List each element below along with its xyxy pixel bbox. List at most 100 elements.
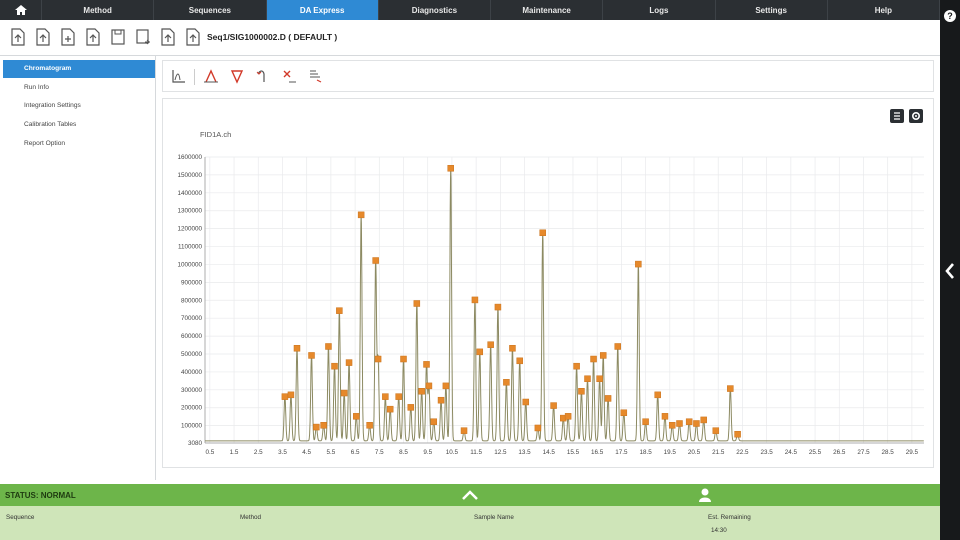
peak-marker xyxy=(534,424,542,432)
status-info-panel: Sequence Method Sample Name Est. Remaini… xyxy=(0,506,940,540)
peak-marker xyxy=(418,388,425,395)
peak-marker xyxy=(395,393,402,400)
sample-name-column-label: Sample Name xyxy=(474,514,514,521)
x-tick-label: 16.5 xyxy=(591,449,604,456)
peak-marker xyxy=(539,229,546,237)
peak-marker xyxy=(661,413,669,420)
new-file-icon[interactable] xyxy=(60,28,76,46)
baseline-icon[interactable] xyxy=(307,68,323,84)
save-as-icon[interactable] xyxy=(135,28,151,46)
x-tick-label: 4.5 xyxy=(302,449,311,456)
top-navigation: Method Sequences DA Express Diagnostics … xyxy=(0,0,940,20)
sidebar-item-chromatogram[interactable]: Chromatogram xyxy=(3,60,155,78)
remove-peak-icon[interactable] xyxy=(229,68,245,84)
auto-integrate-icon[interactable] xyxy=(171,68,187,84)
x-tick-label: 27.5 xyxy=(857,449,870,456)
help-icon[interactable]: ? xyxy=(944,10,956,22)
x-tick-label: 13.5 xyxy=(518,449,531,456)
y-tick-label: 800000 xyxy=(181,297,203,304)
y-tick-label: 1200000 xyxy=(177,226,202,233)
peak-marker xyxy=(635,260,642,268)
chart-toolbar xyxy=(162,60,934,92)
home-button[interactable] xyxy=(0,0,42,20)
x-tick-label: 0.5 xyxy=(205,449,214,456)
upload-file-icon[interactable] xyxy=(35,28,51,46)
save-icon[interactable] xyxy=(110,28,126,46)
peak-marker xyxy=(366,422,373,429)
x-tick-label: 1.5 xyxy=(230,449,239,456)
sidebar-item-integration-settings[interactable]: Integration Settings xyxy=(3,97,155,115)
x-tick-label: 5.5 xyxy=(327,449,336,456)
y-tick-label: 100000 xyxy=(181,423,203,430)
collapse-panel-chevron-icon[interactable] xyxy=(943,262,957,280)
delete-peak-icon[interactable] xyxy=(281,68,297,84)
peak-marker xyxy=(407,404,415,411)
sequence-column-label: Sequence xyxy=(6,514,35,521)
x-tick-label: 11.5 xyxy=(470,449,482,456)
peak-marker xyxy=(287,391,295,399)
peak-marker xyxy=(599,352,607,359)
open-file-icon[interactable] xyxy=(10,28,26,46)
tab-settings[interactable]: Settings xyxy=(716,0,828,20)
tab-logs[interactable]: Logs xyxy=(603,0,716,20)
peak-marker xyxy=(494,303,502,311)
import-file-icon[interactable] xyxy=(85,28,101,46)
x-tick-label: 20.5 xyxy=(688,449,701,456)
upload-data-icon[interactable] xyxy=(185,28,201,46)
export-file-icon[interactable] xyxy=(160,28,176,46)
user-icon[interactable] xyxy=(698,487,712,503)
x-tick-label: 19.5 xyxy=(664,449,677,456)
sidebar-item-calibration-tables[interactable]: Calibration Tables xyxy=(3,116,155,134)
sequence-title: Seq1/SIG1000002.D ( DEFAULT ) xyxy=(207,32,338,42)
peak-marker xyxy=(685,418,693,425)
peak-marker xyxy=(357,211,365,219)
x-tick-label: 8.5 xyxy=(399,449,408,456)
peak-marker xyxy=(382,393,389,400)
toolbar-divider xyxy=(194,69,195,85)
x-tick-label: 10.5 xyxy=(446,449,459,456)
peak-marker xyxy=(676,420,683,427)
peak-marker xyxy=(442,382,450,390)
peak-marker xyxy=(642,418,649,425)
x-tick-label: 24.5 xyxy=(785,449,798,456)
y-tick-label: 1000000 xyxy=(177,261,202,268)
x-tick-label: 7.5 xyxy=(375,449,384,456)
sidebar-item-report-option[interactable]: Report Option xyxy=(3,135,155,153)
peak-marker xyxy=(400,355,407,363)
x-tick-label: 6.5 xyxy=(351,449,360,456)
chromatogram-trace xyxy=(205,167,924,442)
peak-marker xyxy=(308,352,315,359)
add-peak-icon[interactable] xyxy=(203,68,219,84)
x-tick-label: 28.5 xyxy=(882,449,895,456)
peak-marker xyxy=(516,357,523,365)
tab-method[interactable]: Method xyxy=(42,0,155,20)
split-peak-icon[interactable] xyxy=(255,68,271,84)
y-tick-label: 700000 xyxy=(181,315,203,322)
peak-marker xyxy=(620,409,628,416)
chromatogram-chart[interactable]: 3080 100000 200000 300000 400000 500000 600000… xyxy=(162,140,934,464)
y-tick-label: 400000 xyxy=(181,369,203,376)
status-text: STATUS: NORMAL xyxy=(5,491,76,500)
tab-sequences[interactable]: Sequences xyxy=(154,0,267,20)
peak-marker xyxy=(614,343,622,350)
peak-marker xyxy=(476,348,484,356)
tab-help[interactable]: Help xyxy=(828,0,940,20)
tab-da-express[interactable]: DA Express xyxy=(266,0,379,20)
tab-diagnostics[interactable]: Diagnostics xyxy=(379,0,491,20)
peak-marker xyxy=(437,396,445,404)
chart-settings-button[interactable] xyxy=(909,109,923,123)
x-tick-label: 14.5 xyxy=(543,449,556,456)
list-view-button[interactable] xyxy=(890,109,904,123)
x-tick-label: 25.5 xyxy=(809,449,822,456)
x-tick-label: 22.5 xyxy=(736,449,749,456)
sidebar-item-run-info[interactable]: Run Info xyxy=(3,79,155,97)
y-tick-label: 900000 xyxy=(181,279,203,286)
expand-status-chevron-icon[interactable] xyxy=(461,489,479,501)
y-tick-label: 1500000 xyxy=(177,172,202,179)
y-tick-label: 1600000 xyxy=(177,154,202,161)
peak-marker xyxy=(734,430,741,438)
x-tick-label: 21.5 xyxy=(712,449,725,456)
peak-marker xyxy=(423,361,430,368)
peak-marker xyxy=(487,341,494,348)
tab-maintenance[interactable]: Maintenance xyxy=(491,0,604,20)
